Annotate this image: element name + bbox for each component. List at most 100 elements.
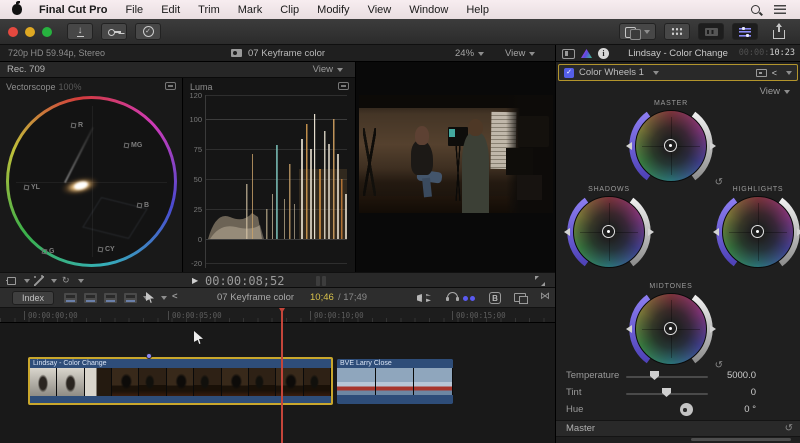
zoom-window-button[interactable] [42, 27, 52, 37]
timeline-tracks[interactable]: Lindsay - Color Change BVE Larry Close [0, 323, 555, 443]
timeline-project-title[interactable]: 07 Keyframe color [217, 292, 294, 303]
timeline-clip-bve-larry[interactable]: BVE Larry Close [337, 359, 453, 404]
param-value[interactable]: 5000.0 [706, 370, 756, 381]
color-correction-row[interactable]: ✓ Color Wheels 1 < [558, 64, 798, 81]
effects-browser-button[interactable] [619, 23, 656, 40]
key-icon [108, 28, 121, 35]
trim-icon[interactable] [417, 294, 431, 302]
audio-meter[interactable] [316, 276, 320, 286]
timeline-clip-lindsay[interactable]: Lindsay - Color Change [28, 357, 333, 405]
brightness-pointer[interactable] [710, 325, 716, 333]
master-section-footer[interactable]: Master ↺ [556, 420, 800, 437]
background-tasks-button[interactable]: ✓ [135, 23, 161, 40]
scopes-view-dropdown[interactable]: View [313, 64, 343, 75]
menu-window[interactable]: Window [400, 4, 457, 16]
retime-icon[interactable]: ↻ [62, 275, 70, 286]
final-cut-pro-window: Final Cut Pro File Edit Trim Mark Clip M… [0, 0, 800, 443]
saturation-pointer[interactable] [626, 325, 632, 333]
horizontal-scrollbar[interactable] [691, 438, 791, 441]
wheel-control[interactable]: ↺ [635, 293, 707, 365]
param-value[interactable]: 0 ° [706, 404, 756, 415]
clip-appearance-icon[interactable]: ⋈ [540, 291, 550, 302]
wheel-puck[interactable] [602, 225, 615, 238]
saturation-pointer[interactable] [564, 228, 570, 236]
param-label: Tint [566, 387, 581, 398]
param-value[interactable]: 0 [706, 387, 756, 398]
view-on-viewer-icon[interactable] [756, 69, 767, 77]
solo-indicator[interactable] [463, 296, 468, 301]
wheel-control[interactable] [573, 196, 645, 268]
audio-skimming-icon[interactable] [447, 292, 458, 299]
import-media-button[interactable]: ↓ [67, 23, 93, 40]
keyframe-marker[interactable] [146, 353, 152, 359]
secondary-display-icon[interactable] [514, 293, 526, 302]
viewer-zoom-dropdown[interactable]: 24% [455, 48, 484, 59]
viewer-view-dropdown[interactable]: View [505, 48, 535, 59]
chevron-down-icon[interactable] [161, 296, 167, 300]
crop-tool-icon[interactable] [7, 277, 16, 285]
share-button[interactable] [766, 23, 792, 40]
inspector-toggle-button[interactable] [732, 23, 758, 40]
inspector-view-dropdown[interactable]: View [760, 86, 790, 97]
brightness-pointer[interactable] [710, 142, 716, 150]
menu-clip[interactable]: Clip [271, 4, 308, 16]
hue-knob[interactable] [680, 403, 693, 416]
media-browser-button[interactable] [698, 23, 724, 40]
connect-clip-button[interactable] [64, 293, 77, 303]
close-window-button[interactable] [8, 27, 18, 37]
timeline-index-button[interactable]: Index [12, 291, 54, 305]
select-tool-icon[interactable] [146, 292, 154, 303]
overwrite-clip-button[interactable] [124, 293, 137, 303]
saturation-pointer[interactable] [713, 228, 719, 236]
menu-edit[interactable]: Edit [152, 4, 189, 16]
menu-trim[interactable]: Trim [189, 4, 229, 16]
minimize-window-button[interactable] [25, 27, 35, 37]
wheel-puck[interactable] [751, 225, 764, 238]
playhead[interactable] [281, 308, 283, 443]
brightness-pointer[interactable] [648, 228, 654, 236]
effect-name-dropdown[interactable]: Color Wheels 1 [579, 67, 644, 78]
menu-modify[interactable]: Modify [308, 4, 358, 16]
timeline-history-back[interactable]: < [172, 291, 178, 302]
control-center-icon[interactable] [774, 5, 786, 14]
menu-file[interactable]: File [116, 4, 152, 16]
append-clip-button[interactable] [104, 293, 117, 303]
luma-waveform-trace [206, 95, 349, 268]
chevron-down-icon[interactable] [51, 279, 57, 283]
enhancements-wand-icon[interactable] [34, 276, 44, 286]
chevron-down-icon[interactable] [24, 279, 30, 283]
reset-arrow-icon[interactable]: < [772, 68, 777, 78]
temperature-slider[interactable] [626, 376, 708, 378]
spotlight-search-icon[interactable] [751, 5, 760, 14]
chevron-down-icon[interactable] [78, 279, 84, 283]
tint-slider[interactable] [626, 393, 708, 395]
solo-indicator[interactable] [470, 296, 475, 301]
slider-handle[interactable] [662, 388, 671, 397]
scope-settings-icon[interactable] [165, 82, 176, 90]
menu-help[interactable]: Help [457, 4, 498, 16]
saturation-pointer[interactable] [626, 142, 632, 150]
wheel-puck[interactable] [664, 322, 677, 335]
apple-menu-icon[interactable] [12, 4, 22, 15]
menu-app-name[interactable]: Final Cut Pro [30, 4, 116, 16]
timeline-ruler[interactable]: 00:00:00;00 00:00:05;00 00:00:10;00 00:0… [0, 308, 555, 323]
wheel-puck[interactable] [664, 139, 677, 152]
color-inspector-panel: ✓ Color Wheels 1 < View MASTER ↺ [555, 62, 800, 443]
reset-icon[interactable]: ↺ [785, 423, 793, 434]
fullscreen-icon[interactable] [535, 276, 545, 286]
keyword-editor-button[interactable] [101, 23, 127, 40]
chevron-down-icon[interactable] [786, 71, 792, 75]
scope-settings-icon[interactable] [338, 82, 349, 90]
audio-meter[interactable] [322, 276, 326, 286]
browser-grid-button[interactable] [664, 23, 690, 40]
menu-mark[interactable]: Mark [229, 4, 271, 16]
play-button[interactable]: ▶ [192, 276, 198, 285]
wheel-control[interactable]: ↺ [635, 110, 707, 182]
menu-view[interactable]: View [359, 4, 401, 16]
effect-enabled-checkbox[interactable]: ✓ [564, 68, 574, 78]
snapping-button[interactable]: B [489, 292, 501, 304]
timeline-toolbar: Index < 07 Keyframe color 10;46 / 17;49 … [0, 288, 555, 308]
insert-clip-button[interactable] [84, 293, 97, 303]
slider-handle[interactable] [650, 371, 659, 380]
wheel-control[interactable] [722, 196, 794, 268]
